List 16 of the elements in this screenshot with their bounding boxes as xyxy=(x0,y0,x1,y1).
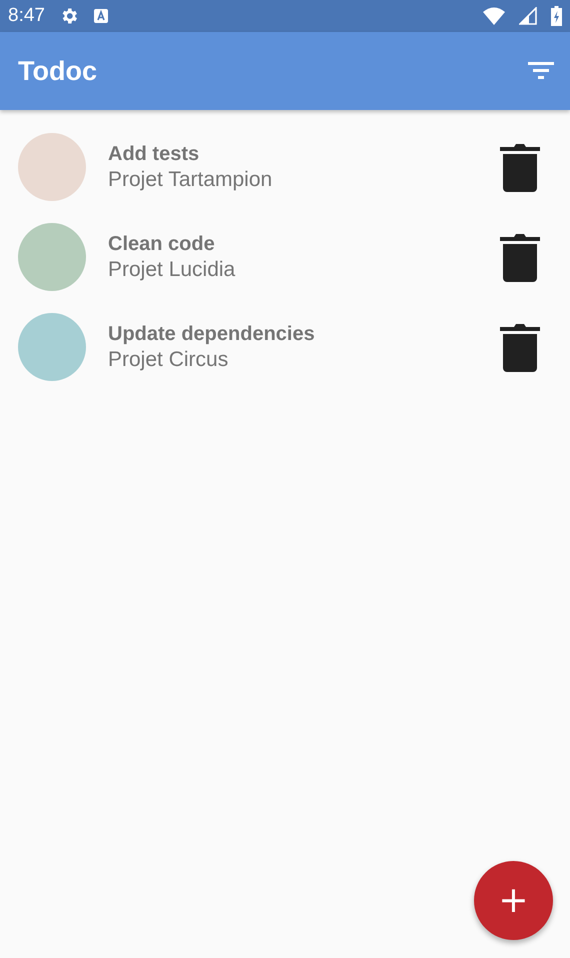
project-name: Projet Circus xyxy=(108,348,230,372)
add-button[interactable]: + xyxy=(474,861,553,940)
task-name: Add tests xyxy=(108,142,200,166)
wifi-icon xyxy=(483,7,505,25)
project-name: Projet Lucidia xyxy=(108,258,236,282)
task-name: Clean code xyxy=(108,232,216,256)
battery-icon xyxy=(551,6,562,26)
delete-icon[interactable] xyxy=(500,142,540,192)
delete-icon[interactable] xyxy=(500,322,540,372)
project-name: Projet Tartampion xyxy=(108,168,274,192)
notification-icon xyxy=(92,8,109,24)
delete-icon[interactable] xyxy=(500,232,540,282)
app-title: Todoc xyxy=(18,56,98,86)
task-name: Update dependencies xyxy=(108,322,316,346)
clock-time: 8:47 xyxy=(8,5,45,27)
signal-icon xyxy=(519,7,537,25)
